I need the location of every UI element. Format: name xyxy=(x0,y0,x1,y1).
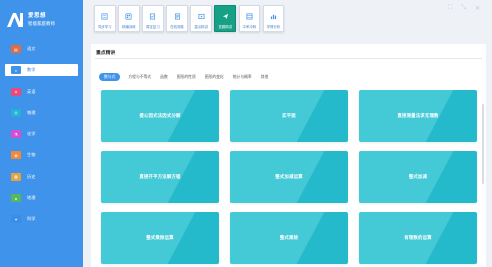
feature-toolbar: 同步学习 精编训练 周定复习 在线测卷 重点精讲 答题精讲 中考冲刺 学情分析 xyxy=(94,5,285,39)
topic-card-label: 整式乘除 xyxy=(279,235,299,240)
app-title: 爱思想 xyxy=(28,13,47,19)
globe-icon: ● xyxy=(11,194,21,203)
sidebar-item-science[interactable]: ✦ 科学 xyxy=(0,213,83,225)
close-icon[interactable]: ✕ xyxy=(475,5,480,12)
topic-card-label: 直接开平方法解方程 xyxy=(139,174,181,179)
tab-other[interactable]: 其他 xyxy=(261,73,269,81)
topic-card[interactable]: 整式加减运算 xyxy=(230,151,348,203)
sync-study-icon xyxy=(101,12,109,20)
topic-card[interactable]: 直接开平方法解方程 xyxy=(101,151,219,203)
sidebar-item-geography[interactable]: ● 地理 xyxy=(0,192,83,204)
topic-card-label: 提公因式法因式分解 xyxy=(139,113,181,118)
scrollbar[interactable] xyxy=(482,104,484,184)
tool-answer[interactable]: 答题精讲 xyxy=(214,5,236,32)
sidebar-item-label: 物理 xyxy=(27,109,36,115)
sidebar-item-chinese[interactable]: ▤ 语文 xyxy=(0,43,83,55)
sidebar-item-english[interactable]: A 英语 xyxy=(0,86,83,98)
tab-shape-transformations[interactable]: 图形的变化 xyxy=(205,73,224,81)
history-icon: ▦ xyxy=(11,172,21,181)
tool-label: 同步学习 xyxy=(97,25,112,29)
sidebar-item-label: 语文 xyxy=(27,46,36,51)
section-title: 重点精讲 xyxy=(96,51,116,56)
tool-key-points[interactable]: 重点精讲 xyxy=(190,5,212,32)
tool-label: 学情分析 xyxy=(266,25,281,29)
topic-card[interactable]: 有理数的运算 xyxy=(359,212,477,264)
tool-label: 周定复习 xyxy=(146,25,160,29)
subject-nav: ▤ 语文 ± 数学 A 英语 ◎ 物理 ⚗ 化学 ✿ 生物 ▦ 历史 ● 地理 xyxy=(0,43,83,235)
sidebar-item-math[interactable]: ± 数学 xyxy=(5,64,78,77)
sidebar-item-label: 化学 xyxy=(27,131,36,137)
physics-icon: ◎ xyxy=(11,108,21,117)
science-icon: ✦ xyxy=(11,215,21,224)
topic-card[interactable]: 提公因式法因式分解 xyxy=(101,90,219,142)
tool-sprint[interactable]: 中考冲刺 xyxy=(238,5,261,32)
review-icon xyxy=(149,12,157,20)
topic-card-label: 整式加减 xyxy=(408,174,428,179)
app-logo: 爱思想 智能家庭教师 xyxy=(6,9,81,31)
topic-card-label: 整式加减运算 xyxy=(275,174,303,179)
divider xyxy=(95,58,482,59)
sidebar-item-label: 地理 xyxy=(27,195,36,201)
tool-label: 答题精讲 xyxy=(218,25,232,29)
tool-training[interactable]: 精编训练 xyxy=(118,5,140,32)
topic-card[interactable]: 直接测量法求无理数 xyxy=(359,90,477,142)
minimize-icon[interactable]: ⤡ xyxy=(461,5,466,12)
tool-label: 精编训练 xyxy=(122,25,136,29)
tool-label: 中考冲刺 xyxy=(242,25,257,29)
app-subtitle: 智能家庭教师 xyxy=(28,21,55,26)
sidebar: 爱思想 智能家庭教师 ▤ 语文 ± 数学 A 英语 ◎ 物理 ⚗ 化学 ✿ 生物 xyxy=(0,0,83,267)
topic-tabs: 数与式 方程与不等式 函数 图形的性质 图形的变化 统计与概率 其他 xyxy=(99,73,277,82)
topic-card-label: 直接测量法求无理数 xyxy=(397,113,439,118)
sidebar-item-biology[interactable]: ✿ 生物 xyxy=(0,149,83,161)
window-controls: ⛶ ⤡ ✕ xyxy=(448,5,480,12)
english-icon: A xyxy=(11,87,21,96)
biology-icon: ✿ xyxy=(11,151,21,160)
tool-label: 重点精讲 xyxy=(194,25,208,29)
tool-sync-study[interactable]: 同步学习 xyxy=(94,5,116,32)
training-icon xyxy=(125,12,133,20)
tab-shape-properties[interactable]: 图形的性质 xyxy=(177,73,196,81)
sidebar-item-label: 科学 xyxy=(27,216,36,222)
exam-icon xyxy=(173,12,181,20)
tab-statistics-probability[interactable]: 统计与概率 xyxy=(233,73,252,81)
tab-functions[interactable]: 函数 xyxy=(160,73,168,81)
tab-numbers-expressions[interactable]: 数与式 xyxy=(99,73,121,82)
fullscreen-icon[interactable]: ⛶ xyxy=(448,5,452,12)
logo-mark-icon xyxy=(6,12,24,28)
analysis-icon xyxy=(269,12,277,20)
tool-analysis[interactable]: 学情分析 xyxy=(262,5,285,32)
sprint-icon xyxy=(245,12,253,20)
sidebar-item-physics[interactable]: ◎ 物理 xyxy=(0,107,83,119)
sidebar-item-label: 生物 xyxy=(27,152,36,158)
chemistry-icon: ⚗ xyxy=(11,130,21,139)
topic-card[interactable]: 整式加减 xyxy=(359,151,477,203)
topic-card-label: 有理数的运算 xyxy=(404,235,432,240)
key-points-icon xyxy=(197,12,205,20)
topic-card-label: 整式乘除运算 xyxy=(146,235,174,240)
sidebar-item-label: 数学 xyxy=(27,67,36,73)
answer-icon xyxy=(221,12,229,20)
sidebar-item-label: 历史 xyxy=(27,173,36,179)
calculator-icon: ± xyxy=(11,66,21,75)
sidebar-item-label: 英语 xyxy=(27,88,36,94)
topic-card-label: 实平面 xyxy=(282,113,296,118)
topic-card[interactable]: 整式乘除运算 xyxy=(101,212,219,264)
sidebar-item-chemistry[interactable]: ⚗ 化学 xyxy=(0,128,83,140)
main-panel: 重点精讲 数与式 方程与不等式 函数 图形的性质 图形的变化 统计与概率 其他 … xyxy=(91,44,486,267)
tab-equations-inequalities[interactable]: 方程与不等式 xyxy=(128,73,151,81)
sidebar-item-history[interactable]: ▦ 历史 xyxy=(0,171,83,183)
topic-card[interactable]: 实平面 xyxy=(230,90,348,142)
topic-card[interactable]: 整式乘除 xyxy=(230,212,348,264)
tool-exam[interactable]: 在线测卷 xyxy=(166,5,188,32)
tool-label: 在线测卷 xyxy=(170,25,184,29)
book-icon: ▤ xyxy=(11,45,21,53)
tool-review[interactable]: 周定复习 xyxy=(142,5,164,32)
